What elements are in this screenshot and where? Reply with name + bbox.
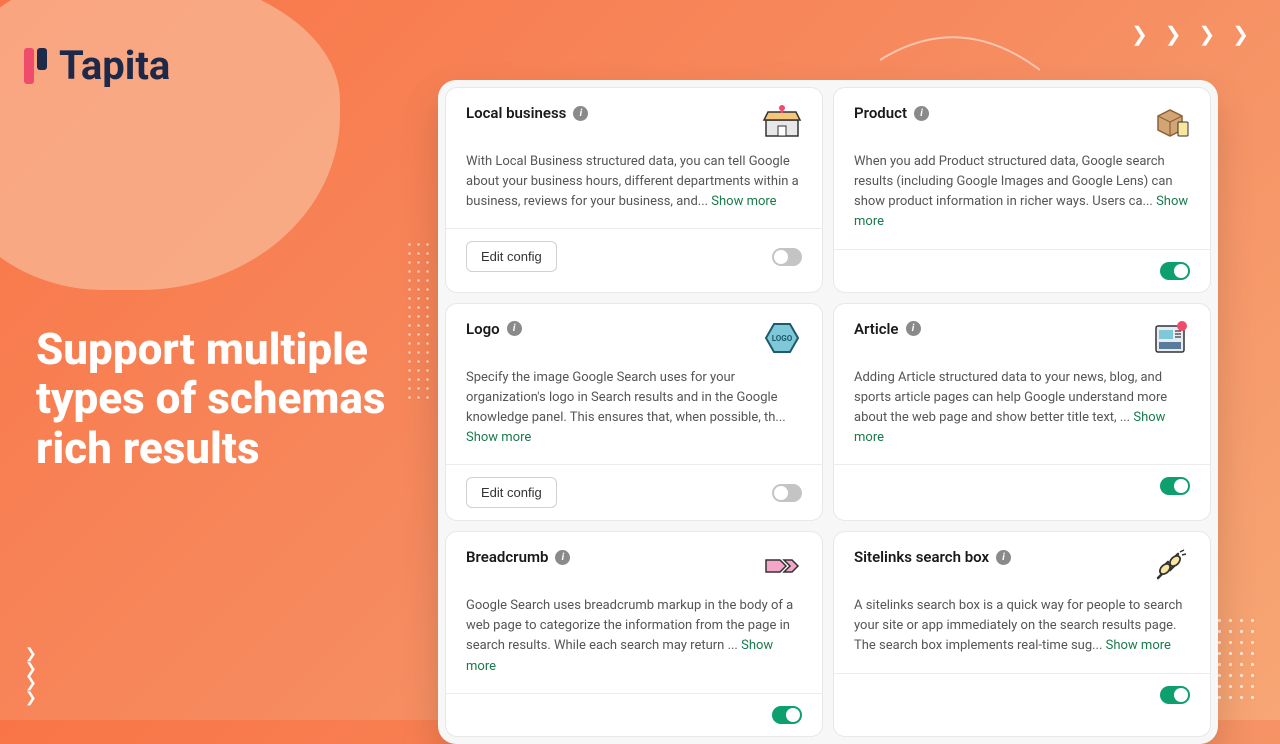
- logo-mark: [24, 48, 47, 84]
- logo-text: Tapita: [59, 42, 170, 89]
- sitelinks-icon: [1150, 548, 1190, 584]
- info-icon[interactable]: i: [996, 550, 1011, 565]
- card-logo: Logoi LOGO Specify the image Google Sear…: [445, 303, 823, 522]
- card-desc: Specify the image Google Search uses for…: [466, 370, 786, 425]
- brand-logo: Tapita: [24, 42, 170, 89]
- info-icon[interactable]: i: [906, 321, 921, 336]
- card-title: Local business: [466, 104, 566, 122]
- svg-text:LOGO: LOGO: [772, 334, 793, 343]
- article-icon: [1150, 320, 1190, 356]
- card-title: Product: [854, 104, 907, 122]
- card-article: Article i Adding Article structured data …: [833, 303, 1211, 522]
- card-title: Article: [854, 320, 899, 338]
- schema-panel: Local businessi With Local Business stru…: [438, 80, 1218, 744]
- arrows-top-right: ❯ ❯ ❯ ❯: [1131, 22, 1255, 46]
- card-local-business: Local businessi With Local Business stru…: [445, 87, 823, 293]
- card-product: Product i When you add Product structured…: [833, 87, 1211, 293]
- arrows-bottom-left: ❯❯❯❯: [25, 646, 37, 705]
- card-title: Breadcrumb: [466, 548, 548, 566]
- local-business-icon: [762, 104, 802, 140]
- info-icon[interactable]: i: [507, 321, 522, 336]
- toggle-logo[interactable]: [772, 484, 802, 502]
- bg-dots-left: [405, 240, 431, 400]
- toggle-sitelinks[interactable]: [1160, 686, 1190, 704]
- info-icon[interactable]: i: [914, 106, 929, 121]
- info-icon[interactable]: i: [555, 550, 570, 565]
- show-more-link[interactable]: Show more: [466, 430, 531, 445]
- card-sitelinks-search: Sitelinks search boxi A sitelinks search…: [833, 531, 1211, 737]
- card-desc: Adding Article structured data to your n…: [854, 370, 1167, 425]
- card-breadcrumb: Breadcrumbi Google Search uses breadcrum…: [445, 531, 823, 737]
- card-title: Logo: [466, 320, 500, 338]
- breadcrumb-icon: [762, 548, 802, 584]
- card-desc: When you add Product structured data, Go…: [854, 154, 1173, 209]
- card-title: Sitelinks search box: [854, 548, 989, 566]
- toggle-breadcrumb[interactable]: [772, 706, 802, 724]
- toggle-product[interactable]: [1160, 262, 1190, 280]
- toggle-local-business[interactable]: [772, 248, 802, 266]
- info-icon[interactable]: i: [573, 106, 588, 121]
- edit-config-button[interactable]: Edit config: [466, 241, 557, 272]
- show-more-link[interactable]: Show more: [1106, 638, 1171, 653]
- product-icon: [1150, 104, 1190, 140]
- toggle-article[interactable]: [1160, 477, 1190, 495]
- logo-hex-icon: LOGO: [762, 320, 802, 356]
- headline: Support multiple types of schemas rich r…: [36, 325, 396, 473]
- edit-config-button[interactable]: Edit config: [466, 477, 557, 508]
- show-more-link[interactable]: Show more: [711, 194, 776, 209]
